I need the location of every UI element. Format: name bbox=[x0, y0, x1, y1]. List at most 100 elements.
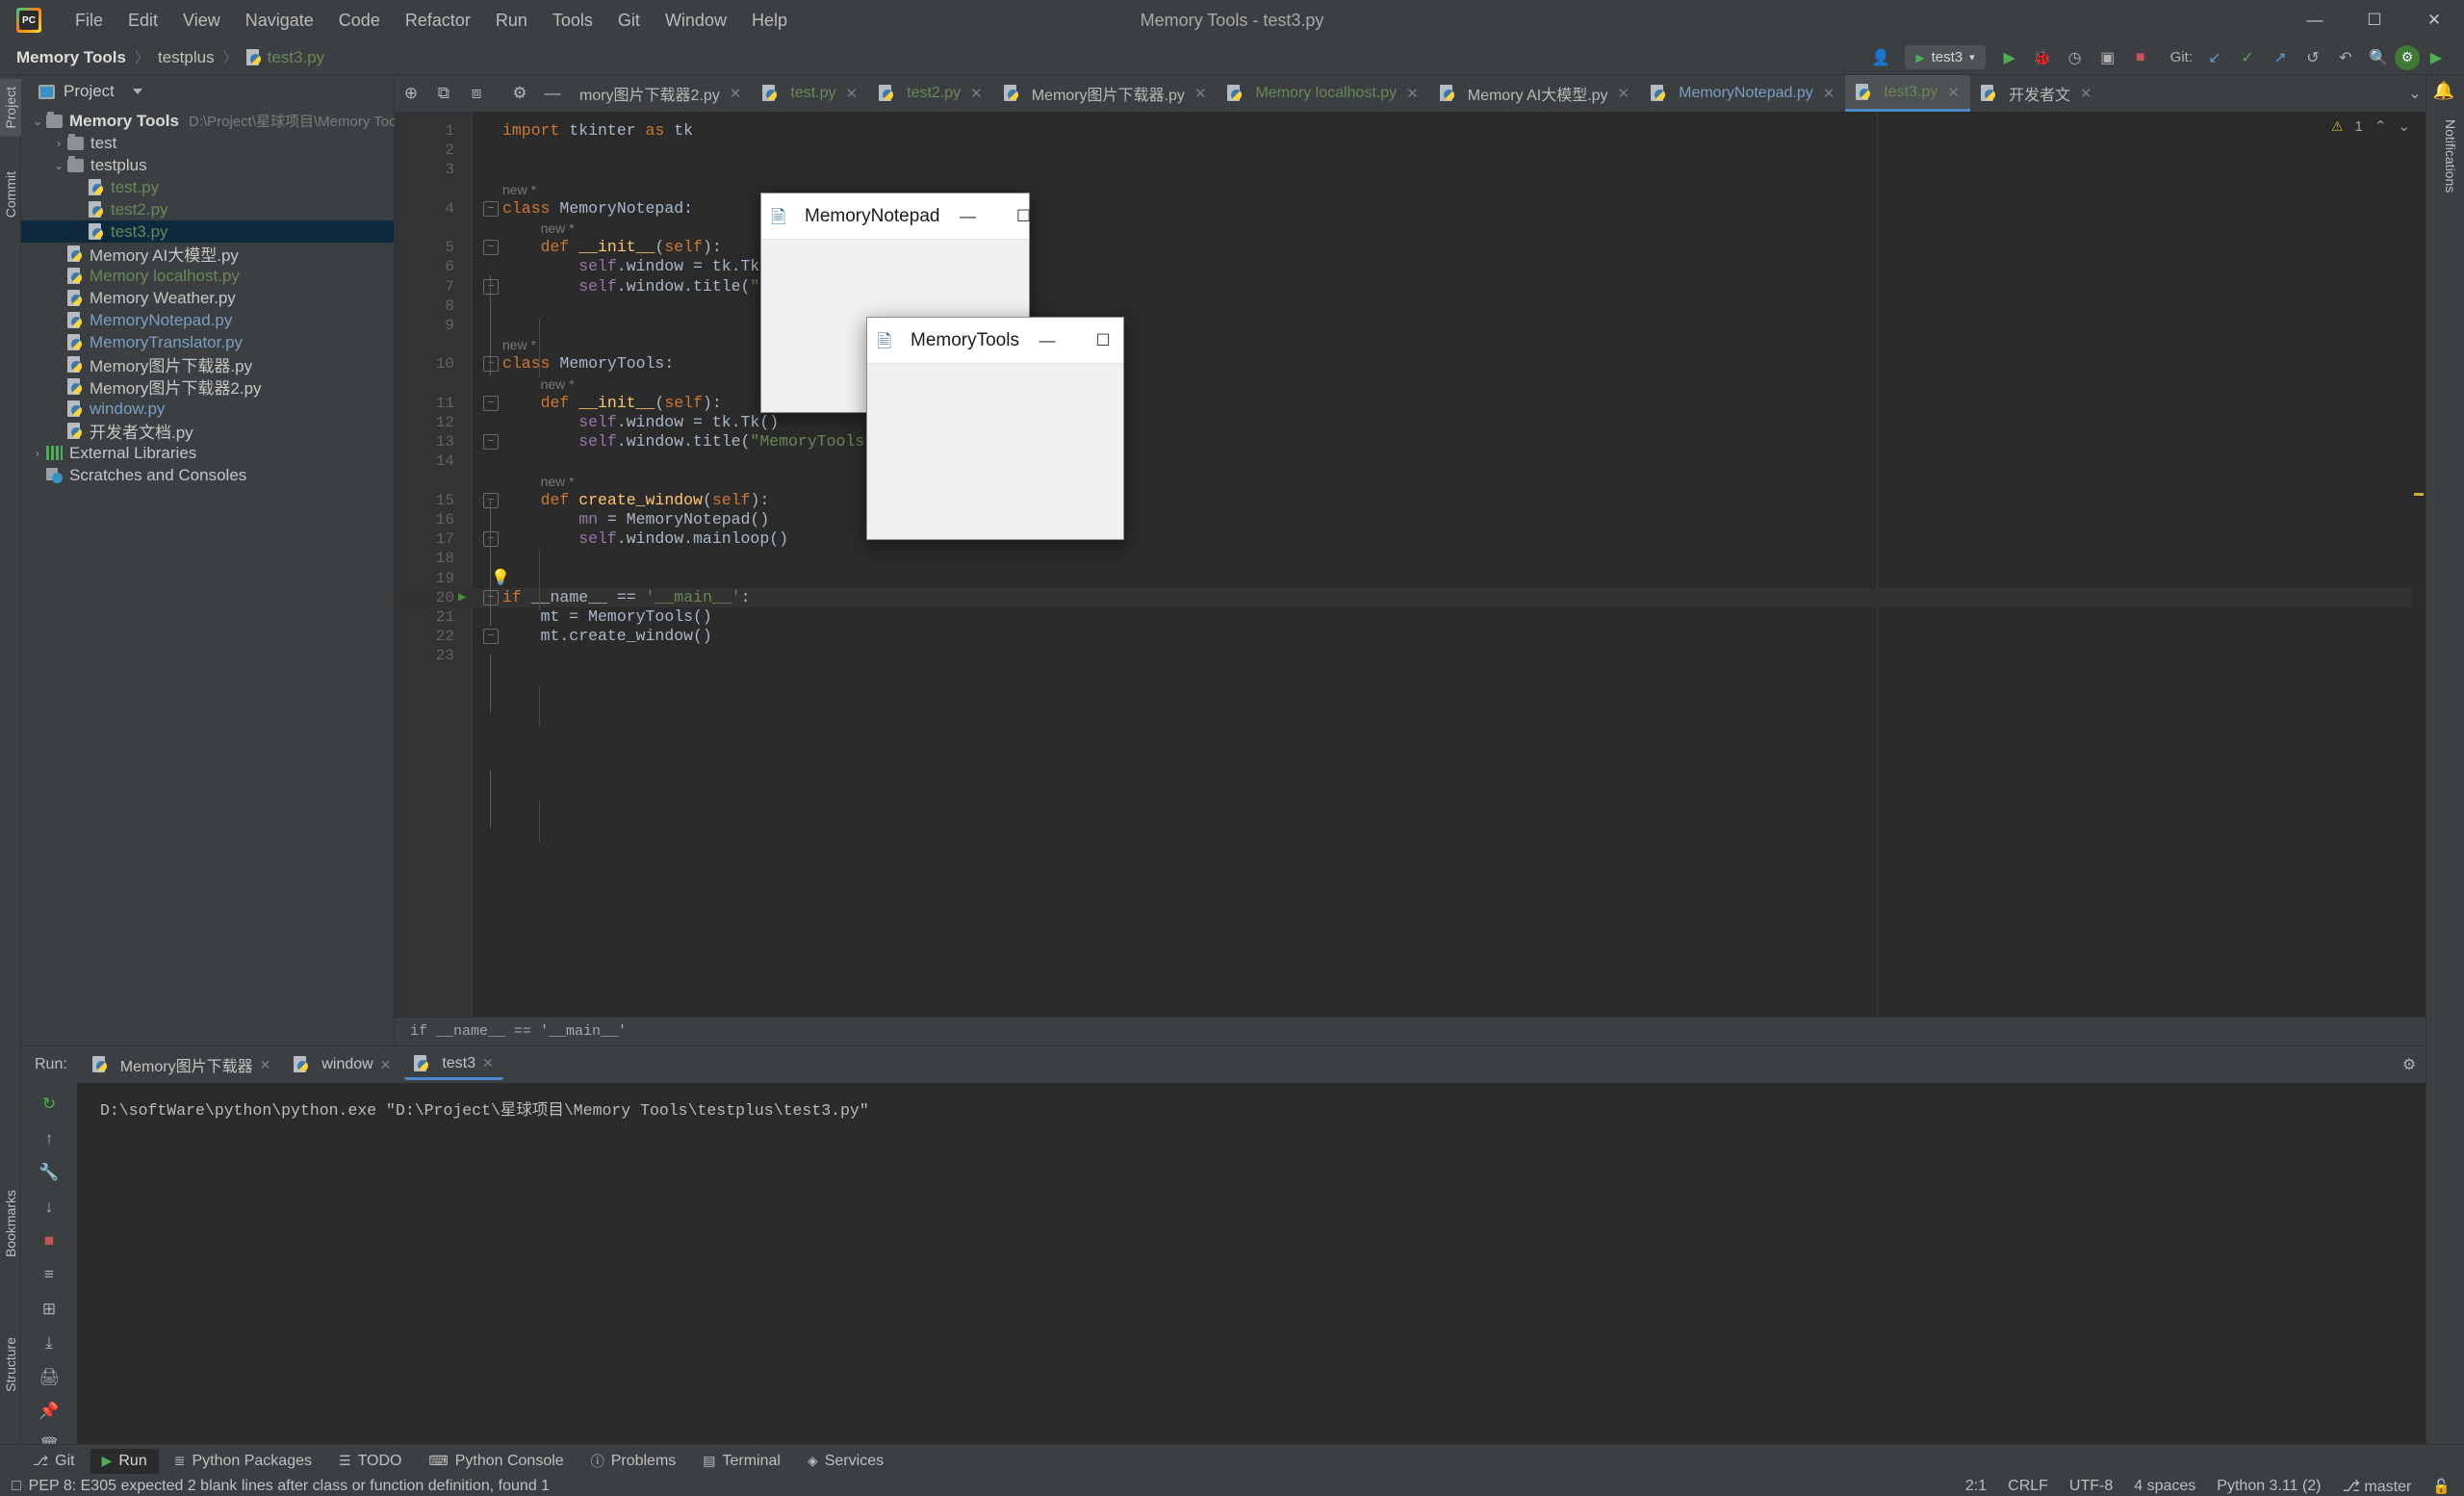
gutter-run-icon[interactable]: ▶ bbox=[458, 588, 466, 607]
code-fold-icon[interactable]: − bbox=[483, 629, 499, 645]
editor-tab-test2-py[interactable]: test2.py ✕ bbox=[868, 75, 993, 112]
run-console[interactable]: D:\softWare\python\python.exe "D:\Projec… bbox=[77, 1083, 2464, 1457]
run-configuration-selector[interactable]: ▶ test3 ▾ bbox=[1905, 45, 1986, 69]
tree-item-memorytranslator-py[interactable]: MemoryTranslator.py bbox=[21, 331, 394, 353]
undo-icon[interactable]: ↶ bbox=[2329, 43, 2362, 72]
run-button[interactable]: ▶ bbox=[1993, 43, 2026, 72]
git-commit-icon[interactable]: ✓ bbox=[2231, 43, 2264, 72]
code-fold-icon[interactable]: − bbox=[483, 589, 499, 606]
tk-title-bar[interactable]: MemoryTools—☐✕ bbox=[867, 318, 1166, 364]
editor-tab-close-icon[interactable]: ✕ bbox=[1947, 84, 1960, 101]
editor-tab-memory-py[interactable]: Memory图片下载器.py ✕ bbox=[993, 75, 1218, 112]
editor-tab-close-icon[interactable]: ✕ bbox=[1406, 85, 1419, 102]
menu-edit[interactable]: Edit bbox=[116, 7, 170, 35]
tree-expand-arrow-icon[interactable]: ⌄ bbox=[29, 115, 46, 128]
tool-window-terminal[interactable]: ▤ Terminal bbox=[691, 1449, 792, 1474]
tree-item-test-py[interactable]: test.py bbox=[21, 176, 394, 198]
tool-window-todo[interactable]: ☰ TODO bbox=[327, 1449, 414, 1474]
code-fold-icon[interactable]: − bbox=[483, 240, 499, 256]
git-history-icon[interactable]: ↺ bbox=[2297, 43, 2329, 72]
chevron-down-icon[interactable] bbox=[132, 89, 142, 94]
git-push-icon[interactable]: ↗ bbox=[2264, 43, 2297, 72]
run-action-icon-2[interactable]: 🔧 bbox=[35, 1161, 64, 1184]
user-account-icon[interactable]: 👤 bbox=[1864, 43, 1897, 72]
close-button[interactable]: ✕ bbox=[2404, 0, 2464, 40]
run-action-icon-0[interactable]: ↻ bbox=[35, 1093, 64, 1116]
file-encoding[interactable]: UTF-8 bbox=[2069, 1478, 2113, 1495]
tree-item-test3-py[interactable]: test3.py bbox=[21, 220, 394, 243]
tool-window-python-packages[interactable]: ≣ Python Packages bbox=[163, 1449, 323, 1474]
stop-button[interactable]: ■ bbox=[2124, 43, 2157, 72]
tk-close-button[interactable]: ✕ bbox=[1131, 318, 1187, 364]
editor-tab-test-py[interactable]: test.py ✕ bbox=[752, 75, 868, 112]
tree-item-test[interactable]: › test bbox=[21, 132, 394, 154]
menu-window[interactable]: Window bbox=[653, 7, 739, 35]
menu-run[interactable]: Run bbox=[483, 7, 540, 35]
tk-window-body[interactable] bbox=[867, 364, 1123, 539]
code-editor[interactable]: 1 import tkinter as tk 2 3 new * 4− class Memo… bbox=[395, 112, 2426, 1045]
code-content[interactable]: 1 import tkinter as tk 2 3 new * 4− class Memo… bbox=[395, 112, 2426, 1045]
tool-window-problems[interactable]: ⓘ Problems bbox=[579, 1448, 688, 1475]
hide-panel-icon[interactable]: — bbox=[536, 75, 569, 112]
run-action-icon-9[interactable]: 📌 bbox=[35, 1400, 64, 1423]
run-tab-close-icon[interactable]: ✕ bbox=[482, 1055, 494, 1071]
tree-item-memory-py[interactable]: Memory图片下载器.py bbox=[21, 353, 394, 375]
run-tab-window[interactable]: window ✕ bbox=[284, 1051, 400, 1078]
tree-item-window-py[interactable]: window.py bbox=[21, 398, 394, 420]
editor-tab-memory-localhost-py[interactable]: Memory localhost.py ✕ bbox=[1217, 75, 1428, 112]
run-settings-gear-icon[interactable]: ⚙ bbox=[2393, 1046, 2426, 1083]
sidebar-tab-project[interactable]: Project bbox=[0, 79, 22, 137]
project-settings-gear-icon[interactable]: ⚙ bbox=[503, 75, 536, 112]
code-fold-icon[interactable]: − bbox=[483, 531, 499, 548]
menu-tools[interactable]: Tools bbox=[540, 7, 605, 35]
tree-item-memorynotepad-py[interactable]: MemoryNotepad.py bbox=[21, 309, 394, 331]
run-tab-close-icon[interactable]: ✕ bbox=[380, 1057, 392, 1073]
editor-tab-close-icon[interactable]: ✕ bbox=[1194, 85, 1207, 102]
breadcrumb-file[interactable]: test3.py bbox=[268, 48, 325, 67]
run-action-icon-7[interactable]: ⤓ bbox=[35, 1331, 64, 1354]
breadcrumb-folder[interactable]: testplus bbox=[158, 48, 215, 67]
code-fold-icon[interactable]: − bbox=[483, 492, 499, 508]
tree-expand-arrow-icon[interactable]: › bbox=[29, 447, 46, 460]
run-action-icon-8[interactable]: 🖨 bbox=[35, 1366, 64, 1389]
menu-file[interactable]: File bbox=[63, 7, 116, 35]
menu-code[interactable]: Code bbox=[326, 7, 393, 35]
editor-tab-close-icon[interactable]: ✕ bbox=[1823, 85, 1835, 102]
run-tab-test3[interactable]: test3 ✕ bbox=[404, 1050, 503, 1080]
sidebar-tab-commit[interactable]: Commit bbox=[0, 164, 22, 225]
minimize-button[interactable]: — bbox=[2285, 0, 2345, 40]
tool-window-run[interactable]: ▶ Run bbox=[90, 1448, 159, 1474]
editor-tab-close-icon[interactable]: ✕ bbox=[1618, 85, 1630, 102]
git-update-icon[interactable]: ↙ bbox=[2198, 43, 2231, 72]
search-icon[interactable]: 🔍 bbox=[2362, 43, 2395, 72]
editor-tab-[interactable]: 开发者文 ✕ bbox=[1970, 75, 2103, 112]
editor-scrollbar[interactable] bbox=[2412, 112, 2426, 1017]
tool-window-services[interactable]: ◈ Services bbox=[796, 1449, 895, 1474]
python-interpreter[interactable]: Python 3.11 (2) bbox=[2217, 1478, 2321, 1495]
tool-window-python-console[interactable]: ⌨ Python Console bbox=[418, 1449, 576, 1474]
editor-tab-close-icon[interactable]: ✕ bbox=[970, 85, 983, 102]
code-fold-icon[interactable]: − bbox=[483, 278, 499, 295]
menu-git[interactable]: Git bbox=[605, 7, 653, 35]
tree-item-scratches-and-consoles[interactable]: Scratches and Consoles bbox=[21, 464, 394, 486]
code-fold-icon[interactable]: − bbox=[483, 434, 499, 451]
editor-tab-close-icon[interactable]: ✕ bbox=[730, 85, 742, 102]
menu-view[interactable]: View bbox=[170, 7, 233, 35]
profile-button[interactable]: ▣ bbox=[2092, 43, 2124, 72]
caret-position[interactable]: 2:1 bbox=[1965, 1478, 1987, 1495]
tk-maximize-button[interactable]: ☐ bbox=[995, 193, 1051, 240]
code-fold-icon[interactable]: − bbox=[483, 200, 499, 217]
tree-item-memory-2-py[interactable]: Memory图片下载器2.py bbox=[21, 375, 394, 398]
settings-gear-icon[interactable]: ⚙ bbox=[2395, 44, 2420, 70]
prev-problem-icon[interactable]: ⌃ bbox=[2374, 117, 2387, 135]
tree-item-memory-weather-py[interactable]: Memory Weather.py bbox=[21, 287, 394, 309]
sidebar-tab-bookmarks[interactable]: Bookmarks bbox=[0, 1182, 22, 1265]
coverage-button[interactable]: ◷ bbox=[2059, 43, 2092, 72]
line-separator[interactable]: CRLF bbox=[2008, 1478, 2048, 1495]
tree-expand-arrow-icon[interactable]: › bbox=[50, 137, 67, 150]
lock-icon[interactable]: 🔓 bbox=[2432, 1478, 2451, 1495]
tk-title-bar[interactable]: MemoryNotepad—☐✕ bbox=[761, 193, 1087, 240]
expand-all-icon[interactable]: ⧉ bbox=[427, 75, 460, 112]
tk-maximize-button[interactable]: ☐ bbox=[1075, 318, 1131, 364]
tk-minimize-button[interactable]: — bbox=[939, 193, 995, 240]
